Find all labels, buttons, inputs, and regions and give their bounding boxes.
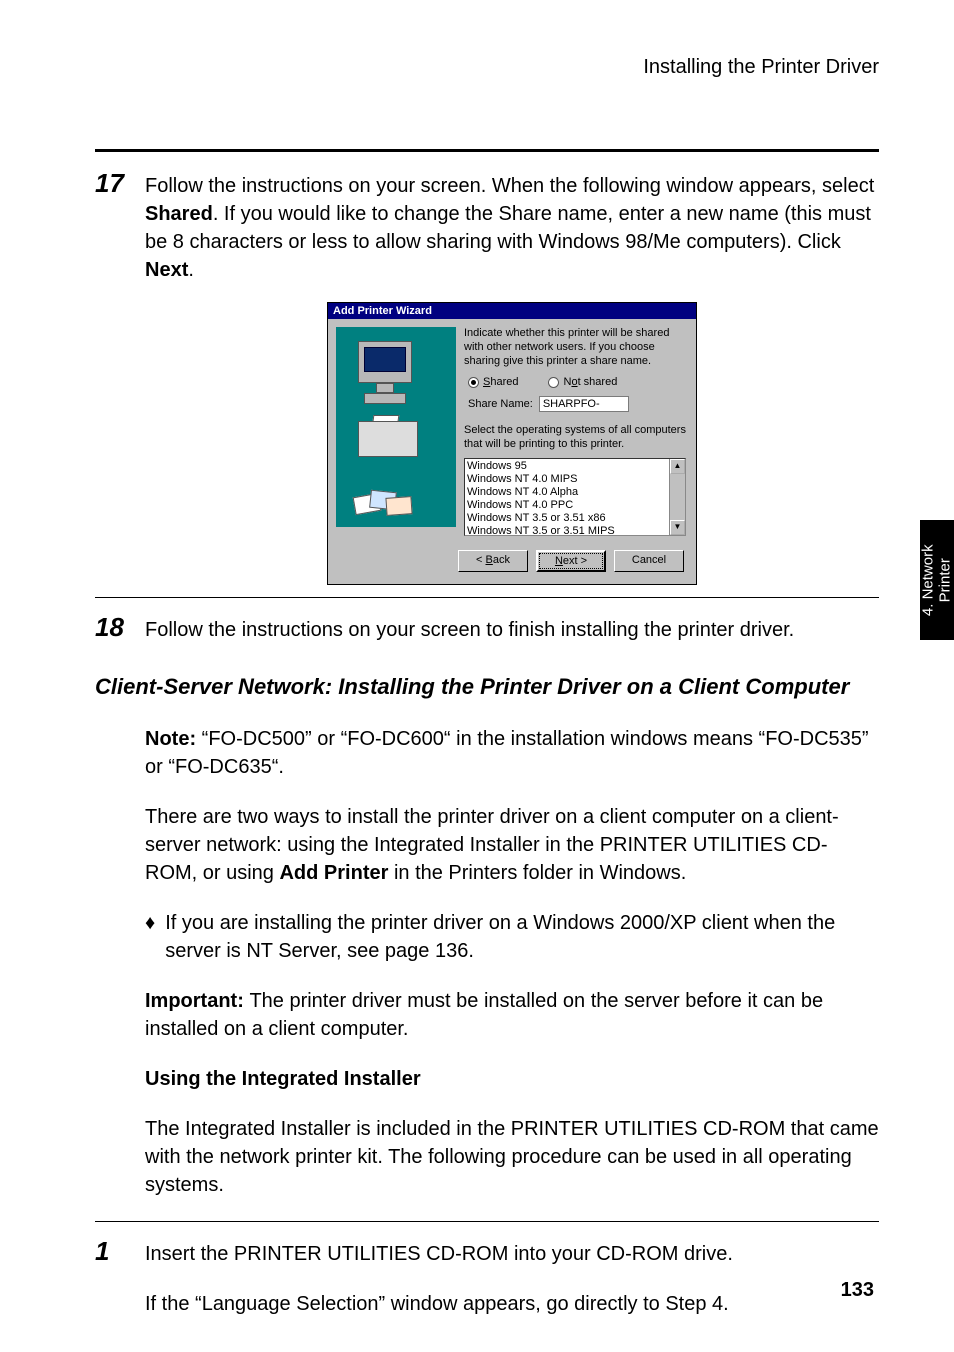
step-number: 18 [95,612,124,643]
list-item[interactable]: Windows NT 3.5 or 3.51 x86 [467,512,667,525]
page-number: 133 [841,1279,874,1302]
text: Follow the instructions on your screen. … [145,175,874,197]
radio-unselected-icon [548,377,559,388]
text-bold: Important: [145,990,249,1012]
dialog-titlebar: Add Printer Wizard [328,303,696,319]
text-bold: Note: [145,728,202,750]
bullet-item: ♦ If you are installing the printer driv… [95,909,879,965]
text: ext > [563,555,587,567]
text-bold: Shared [145,203,213,225]
list-item[interactable]: Windows NT 4.0 MIPS [467,473,667,486]
chapter-tab: 4. NetworkPrinter [920,520,954,640]
divider [95,597,879,598]
text: ack [493,554,510,566]
text: B [486,554,493,566]
note-paragraph: Note: “FO-DC500” or “FO-DC600“ in the in… [95,725,879,781]
text: < [476,554,485,566]
add-printer-wizard-dialog: Add Printer Wizard Indicate whether this… [327,302,697,585]
share-name-label: Share Name: [468,398,533,410]
printer-icon [358,421,418,457]
text: hared [490,376,518,388]
cancel-button[interactable]: Cancel [614,550,684,572]
shared-radio[interactable]: Shared [468,376,518,388]
step-number: 17 [95,168,124,199]
step-17: 17 Follow the instructions on your scree… [95,172,879,585]
scroll-down-icon[interactable]: ▼ [670,520,685,535]
text-bold: Next [145,259,188,281]
list-item[interactable]: Windows 95 [467,460,667,473]
chapter-tab-label: 4. NetworkPrinter [920,544,954,616]
divider [95,1221,879,1222]
section-heading: Client-Server Network: Installing the Pr… [95,672,879,702]
share-name-input[interactable] [539,396,629,412]
wizard-side-graphic [336,327,456,527]
text: N [555,555,563,567]
subheading: Using the Integrated Installer [95,1065,879,1093]
back-button[interactable]: < Back [458,550,528,572]
step-body: Insert the PRINTER UTILITIES CD-ROM into… [145,1240,879,1268]
text: If you are installing the printer driver… [165,909,879,965]
running-header: Installing the Printer Driver [95,56,879,79]
text-bold: Add Printer [279,862,388,884]
bullet-icon: ♦ [145,909,155,965]
text: “FO-DC500” or “FO-DC600“ in the installa… [145,728,869,778]
computer-base-icon [364,393,406,404]
divider [95,149,879,152]
step-body: Follow the instructions on your screen t… [145,616,879,644]
scrollbar[interactable]: ▲ ▼ [669,459,685,535]
step-number: 1 [95,1236,109,1267]
radio-selected-icon [468,377,479,388]
text: . [188,259,194,281]
important-paragraph: Important: The printer driver must be in… [95,987,879,1043]
os-listbox[interactable]: Windows 95 Windows NT 4.0 MIPS Windows N… [464,458,686,536]
text: in the Printers folder in Windows. [388,862,686,884]
step-body: If the “Language Selection” window appea… [145,1290,879,1318]
step-body: Follow the instructions on your screen. … [145,172,879,284]
os-instruction-text: Select the operating systems of all comp… [464,424,686,452]
paragraph: There are two ways to install the printe… [95,803,879,887]
monitor-icon [358,341,412,383]
list-item[interactable]: Windows NT 4.0 PPC [467,499,667,512]
next-button[interactable]: Next > [536,550,606,572]
step-18: 18 Follow the instructions on your scree… [95,616,879,644]
instruction-text: Indicate whether this printer will be sh… [464,327,686,368]
step-1: 1 Insert the PRINTER UTILITIES CD-ROM in… [95,1240,879,1318]
monitor-stand-icon [376,383,394,393]
text: t shared [578,376,618,388]
text: . If you would like to change the Share … [145,203,871,253]
documents-icon [354,487,412,517]
list-item[interactable]: Windows NT 3.5 or 3.51 MIPS [467,525,667,535]
paragraph: The Integrated Installer is included in … [95,1115,879,1199]
list-item[interactable]: Windows NT 4.0 Alpha [467,486,667,499]
not-shared-radio[interactable]: Not shared [548,376,617,388]
scroll-up-icon[interactable]: ▲ [670,459,685,474]
